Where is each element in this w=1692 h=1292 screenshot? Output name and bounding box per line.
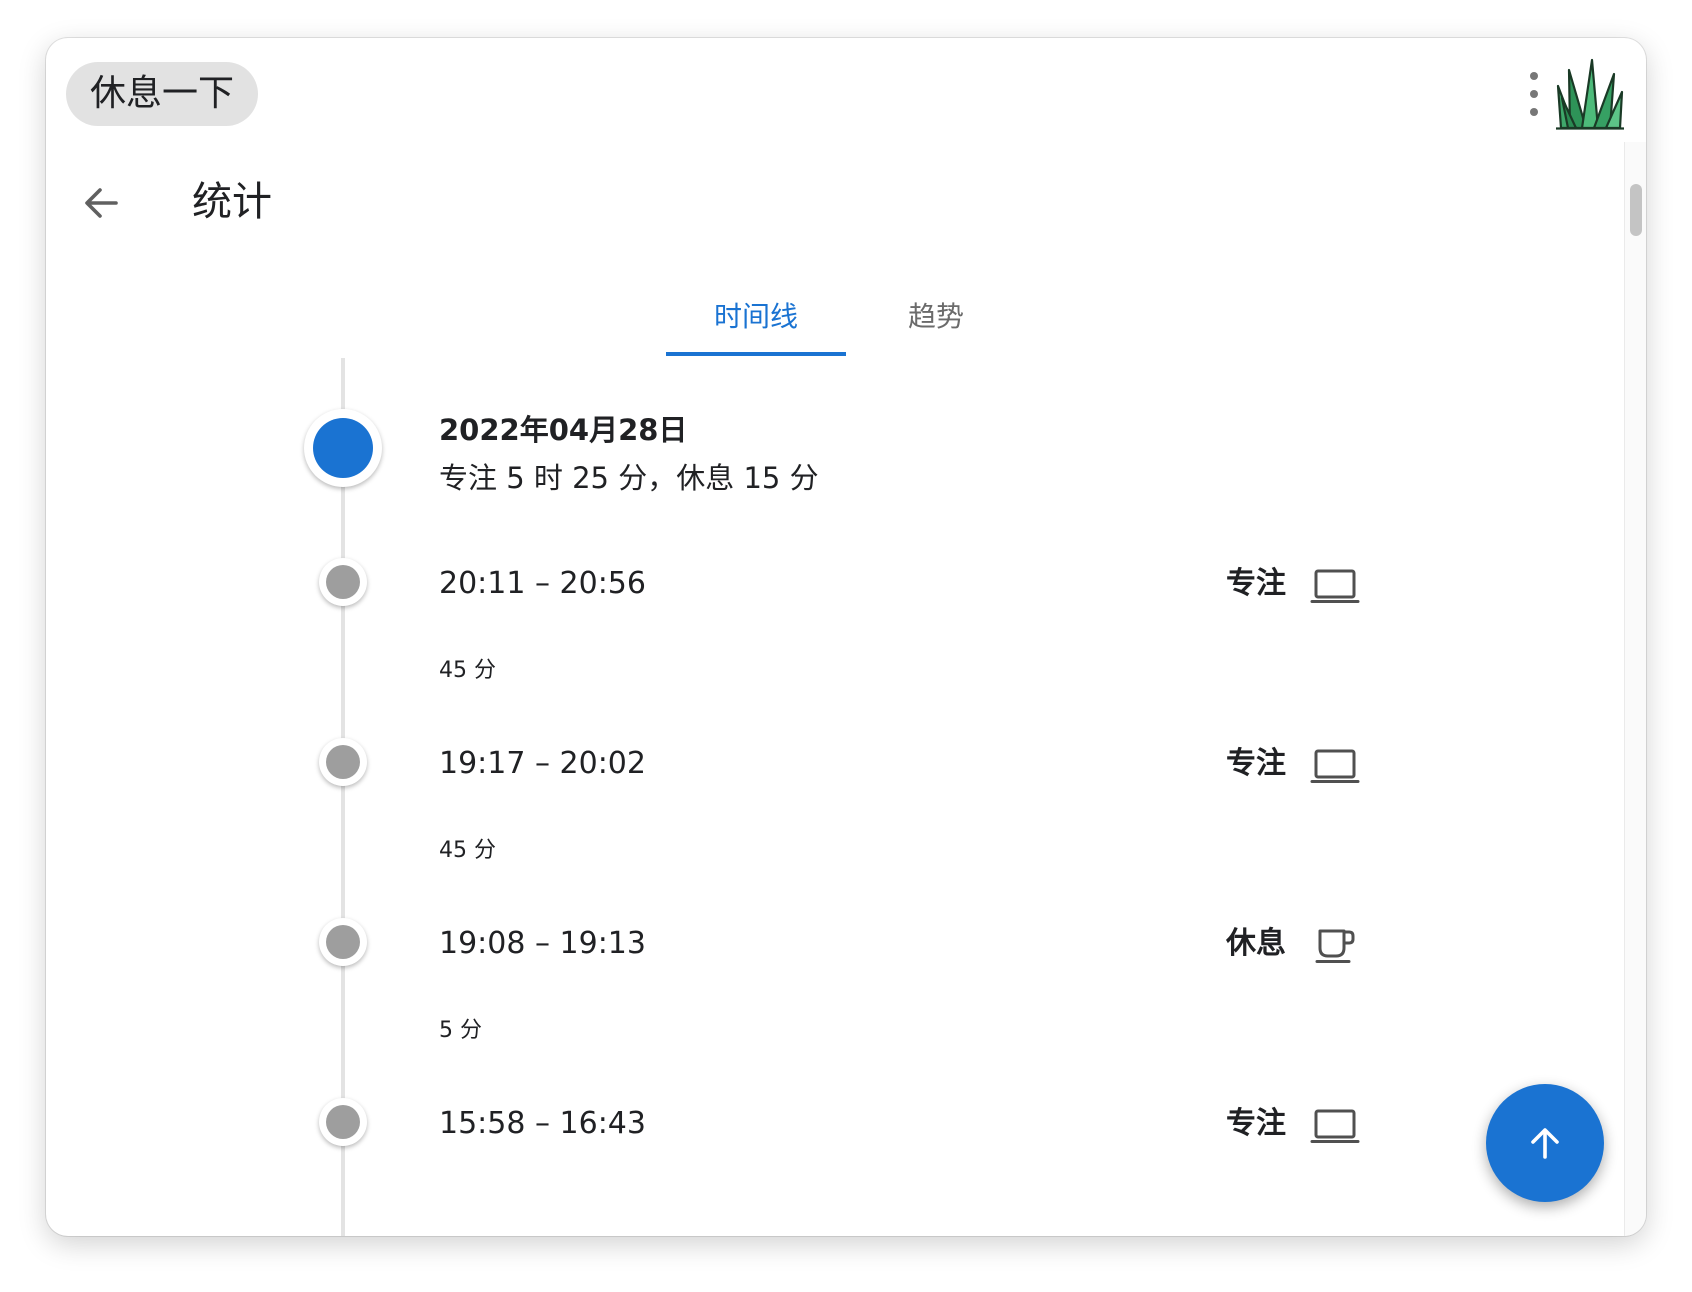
coffee-cup-icon (1315, 929, 1355, 963)
scrollbar-track[interactable] (1624, 142, 1646, 1236)
arrow-back-icon[interactable] (76, 178, 126, 228)
laptop-icon (1310, 749, 1360, 783)
entry-duration: 45 分 (439, 838, 496, 863)
entry-kind: 专注 (1226, 1106, 1286, 1141)
tab-bar: 时间线 趋势 (46, 278, 1646, 358)
arrow-up-icon (1531, 1128, 1559, 1159)
timeline-node (319, 738, 367, 786)
tab-timeline[interactable]: 时间线 (666, 292, 846, 352)
entry-duration: 5 分 (439, 1018, 482, 1043)
timeline-node (319, 558, 367, 606)
entry-time-range: 19:08 – 19:13 (439, 926, 646, 961)
laptop-icon (1310, 569, 1360, 603)
entry-kind: 专注 (1226, 746, 1286, 781)
timeline-node (319, 918, 367, 966)
timeline-node (319, 1098, 367, 1146)
page-title: 统计 (192, 179, 272, 225)
laptop-icon (1310, 1109, 1360, 1143)
app-window: 休息一下 统计 时间线 趋势 2022年04月28日 专注 5 时 25 分，休… (46, 38, 1646, 1236)
day-node (304, 409, 382, 487)
entry-time-range: 19:17 – 20:02 (439, 746, 646, 781)
tab-trends[interactable]: 趋势 (846, 292, 1026, 352)
scrollbar-thumb[interactable] (1630, 184, 1642, 236)
title-bar: 休息一下 (46, 38, 1646, 148)
active-tab-indicator (666, 352, 846, 356)
entry-duration: 45 分 (439, 658, 496, 683)
entry-time-range: 20:11 – 20:56 (439, 566, 646, 601)
entry-time-range: 15:58 – 16:43 (439, 1106, 646, 1141)
page-header: 统计 (46, 158, 1646, 248)
grass-logo (1556, 58, 1624, 130)
entry-kind: 休息 (1226, 926, 1286, 961)
entry-kind: 专注 (1226, 566, 1286, 601)
scroll-to-top-button[interactable] (1486, 1084, 1604, 1202)
day-date: 2022年04月28日 (439, 413, 688, 447)
day-summary: 专注 5 时 25 分，休息 15 分 (439, 461, 819, 495)
app-name-chip[interactable]: 休息一下 (66, 62, 259, 126)
more-vert-icon[interactable] (1524, 72, 1544, 116)
